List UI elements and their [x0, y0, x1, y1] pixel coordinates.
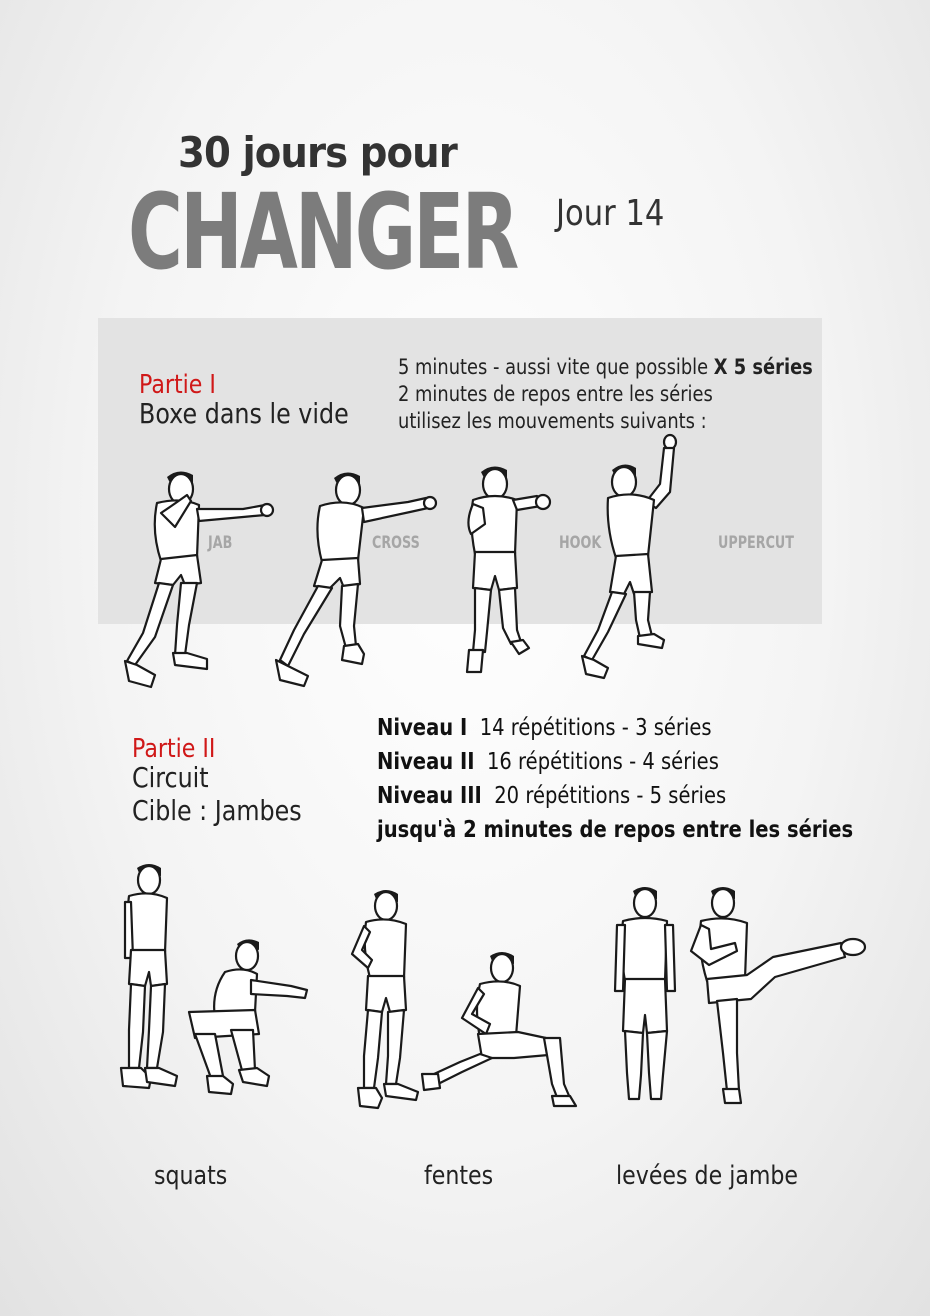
- title-small: 30 jours pour: [178, 128, 458, 177]
- lunges-figure: [350, 890, 578, 1110]
- level-1-line: Niveau I 14 répétitions - 3 séries: [377, 715, 712, 741]
- title-big: CHANGER: [128, 171, 519, 293]
- jab-figure: [123, 471, 275, 689]
- exercise-label-lunges: fentes: [424, 1161, 494, 1191]
- part2-target: Cible : Jambes: [132, 794, 302, 827]
- rest-line: jusqu'à 2 minutes de repos entre les sér…: [377, 817, 854, 843]
- part2-label: Partie II: [132, 734, 216, 764]
- level-2-name: Niveau II: [377, 749, 475, 775]
- level-3-line: Niveau III 20 répétitions - 5 séries: [377, 783, 726, 809]
- move-label-uppercut: UPPERCUT: [718, 533, 794, 553]
- cross-figure: [274, 472, 438, 688]
- exercise-label-leg-raises: levées de jambe: [616, 1161, 799, 1191]
- level-3-name: Niveau III: [377, 783, 482, 809]
- part1-label: Partie I: [139, 370, 216, 400]
- leg-raises-figure: [613, 887, 867, 1105]
- hook-figure: [465, 466, 552, 674]
- level-3-detail: 20 répétitions - 5 séries: [494, 783, 727, 809]
- part1-name: Boxe dans le vide: [139, 397, 349, 430]
- part1-info-sets: X 5 séries: [713, 355, 813, 379]
- level-1-name: Niveau I: [377, 715, 468, 741]
- level-2-line: Niveau II 16 répétitions - 4 séries: [377, 749, 719, 775]
- exercise-label-squats: squats: [154, 1161, 228, 1191]
- part2-name: Circuit: [132, 761, 209, 794]
- uppercut-figure: [580, 433, 678, 680]
- level-1-detail: 14 répétitions - 3 séries: [479, 715, 712, 741]
- part1-info-line2: 2 minutes de repos entre les séries: [398, 382, 713, 406]
- day-label: Jour 14: [556, 193, 665, 234]
- squats-figure: [119, 864, 309, 1096]
- level-2-detail: 16 répétitions - 4 séries: [486, 749, 719, 775]
- part1-info-line1: 5 minutes - aussi vite que possible X 5 …: [398, 355, 813, 379]
